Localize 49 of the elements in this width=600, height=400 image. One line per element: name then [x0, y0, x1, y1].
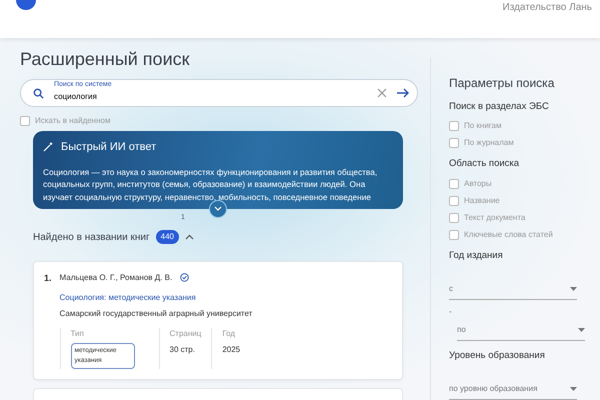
- field-label: Год: [222, 328, 236, 340]
- checkbox-label: По журналам: [464, 137, 514, 150]
- caret-icon[interactable]: [185, 234, 194, 240]
- ai-answer-text: Социология — это наука о закономерностях функционирования и развития общества, социальных групп, институтов (семья, образование) и взаимодействии людей. Она изучает социальную структуру, неравенство, мобильность, повседневное поведение: [43, 166, 378, 204]
- result-number: 1.: [44, 272, 52, 284]
- education-level-select[interactable]: по уровню образования: [449, 379, 577, 400]
- field-label: Страниц: [170, 328, 202, 340]
- checkbox-label: Текст документа: [464, 212, 526, 224]
- authors: Мальцева О. Г., Романов Д. В.: [60, 272, 172, 284]
- filter-group-title: Уровень образования: [449, 348, 546, 363]
- checkbox[interactable]: [449, 230, 459, 240]
- expand-button[interactable]: [209, 200, 227, 218]
- search-icon[interactable]: [33, 88, 44, 98]
- publisher-link[interactable]: Издательство Лань: [502, 0, 592, 15]
- close-icon[interactable]: [377, 88, 387, 98]
- field-label: Тип: [70, 328, 85, 340]
- dropdown-caret-icon: [578, 328, 585, 332]
- field-value: 30 стр.: [170, 344, 196, 356]
- filter-group-title: Область поиска: [449, 157, 520, 172]
- filter-group-title: Год издания: [449, 248, 504, 262]
- checkbox[interactable]: [449, 121, 459, 132]
- field-value: 2025: [222, 344, 240, 356]
- page-title: Расширенный поиск: [20, 48, 190, 71]
- year-to-select[interactable]: по: [457, 320, 585, 341]
- checkbox[interactable]: [449, 212, 459, 222]
- magic-wand-icon: [43, 142, 53, 152]
- checkbox-label: Ключевые слова статей: [464, 228, 553, 240]
- year-from-select[interactable]: с: [449, 278, 577, 300]
- section-title: Найдено в названии книг: [33, 230, 150, 244]
- checkbox-label: Авторы: [464, 178, 492, 190]
- checkbox[interactable]: [449, 178, 459, 188]
- dropdown-caret-icon: [570, 387, 577, 391]
- dropdown-caret-icon: [570, 286, 577, 291]
- checkbox[interactable]: [449, 138, 459, 148]
- count-badge: 440: [156, 230, 179, 244]
- ai-answer-title: Быстрый ИИ ответ: [61, 140, 156, 155]
- checkbox[interactable]: [20, 116, 30, 126]
- arrow-right-icon[interactable]: [397, 88, 409, 98]
- chevron-icon[interactable]: [214, 206, 222, 212]
- checkbox-label: Название: [464, 194, 500, 206]
- book-title-link[interactable]: Социология: методические указания: [60, 292, 252, 304]
- checkbox[interactable]: [449, 196, 459, 206]
- checkbox-label: Искать в найденном: [35, 115, 110, 127]
- range-separator: -: [449, 306, 452, 316]
- search-input[interactable]: социология: [54, 91, 367, 104]
- publisher-text: Самарский государственный аграрный университет: [60, 308, 252, 320]
- sidebar-title: Параметры поиска: [449, 75, 556, 92]
- checkbox-label: По книгам: [464, 120, 502, 132]
- filter-group-title: Поиск в разделах ЭБС: [449, 100, 550, 114]
